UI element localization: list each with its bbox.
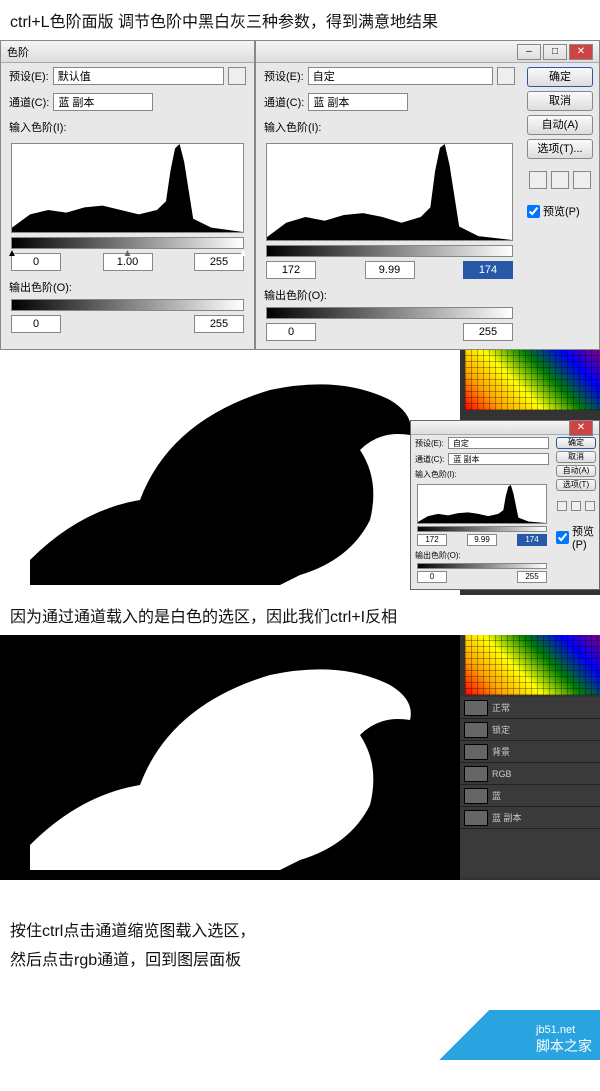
preset-menu-icon[interactable] (228, 67, 246, 85)
options-button[interactable]: 选项(T)... (527, 139, 593, 159)
auto-button[interactable]: 自动(A) (527, 115, 593, 135)
ok-button[interactable]: 确定 (556, 437, 596, 449)
eyedropper-gray-icon[interactable] (571, 501, 581, 511)
mid-input[interactable] (365, 261, 415, 279)
eyedropper-black-icon[interactable] (529, 171, 547, 189)
shadow-input[interactable] (266, 261, 316, 279)
levels-dialog-right: – □ ✕ 预设(E): 自定 通道(C): 蓝 副本 输入色阶(I): (255, 40, 600, 350)
shadow-input[interactable] (11, 253, 61, 271)
channel-dropdown[interactable]: 蓝 副本 (308, 93, 408, 111)
eagle-silhouette (20, 360, 450, 585)
channel-row[interactable]: 蓝 副本 (460, 807, 600, 829)
input-levels-label: 输入色阶(I): (264, 119, 321, 135)
out-highlight-input[interactable] (194, 315, 244, 333)
eyedropper-gray-icon[interactable] (551, 171, 569, 189)
channel-thumb-icon (464, 810, 488, 826)
levels-dialog-left: 色阶 预设(E): 默认值 通道(C): 蓝 副本 输入色阶(I): ▲ ▲ ▲ (0, 40, 255, 350)
histogram (417, 484, 547, 524)
channel-row[interactable]: RGB (460, 763, 600, 785)
preset-dropdown[interactable]: 默认值 (53, 67, 224, 85)
out-shadow-input[interactable] (11, 315, 61, 333)
close-icon[interactable]: ✕ (569, 44, 593, 60)
eyedropper-white-icon[interactable] (585, 501, 595, 511)
out-shadow-input[interactable] (266, 323, 316, 341)
input-slider[interactable] (417, 526, 547, 532)
channel-dropdown[interactable]: 蓝 副本 (53, 93, 153, 111)
layer-row[interactable]: 锁定 (460, 719, 600, 741)
preview-checkbox[interactable]: 预览(P) (556, 523, 596, 551)
mid-handle[interactable]: ▲ (123, 248, 133, 259)
channel-dropdown[interactable]: 蓝 副本 (448, 453, 549, 465)
titlebar[interactable]: 色阶 (1, 41, 254, 63)
close-icon[interactable]: ✕ (569, 420, 593, 436)
channel-thumb-icon (464, 788, 488, 804)
photoshop-canvas-1: ✕ 预设(E):自定 通道(C):蓝 副本 输入色阶(I): 172 9.99 … (0, 350, 600, 595)
preset-dropdown[interactable]: 自定 (308, 67, 493, 85)
channel-label: 通道(C): (9, 94, 49, 110)
color-swatches-panel[interactable] (465, 350, 600, 410)
layers-panel[interactable]: 正常 锁定 背景 RGB 蓝 蓝 副本 (460, 697, 600, 877)
output-slider[interactable] (417, 563, 547, 569)
caption-middle: 因为通过通道载入的是白色的选区，因此我们ctrl+I反相 (0, 595, 600, 635)
layer-thumb-icon (464, 722, 488, 738)
dialog-title: 色阶 (7, 44, 29, 60)
caption-top: ctrl+L色阶面版 调节色阶中黑白灰三种参数，得到满意地结果 (0, 0, 600, 40)
auto-button[interactable]: 自动(A) (556, 465, 596, 477)
preview-checkbox[interactable]: 预览(P) (527, 203, 593, 219)
histogram (266, 143, 513, 241)
caption-bottom: 按住ctrl点击通道缩览图载入选区， 然后点击rgb通道，回到图层面板 (0, 900, 600, 988)
maximize-icon[interactable]: □ (543, 44, 567, 60)
minimize-icon[interactable]: – (517, 44, 541, 60)
levels-panels: 色阶 预设(E): 默认值 通道(C): 蓝 副本 输入色阶(I): ▲ ▲ ▲ (0, 40, 600, 350)
preset-label: 预设(E): (9, 68, 49, 84)
titlebar[interactable]: – □ ✕ (256, 41, 599, 63)
channel-thumb-icon (464, 766, 488, 782)
output-slider[interactable] (11, 299, 244, 311)
input-levels-label: 输入色阶(I): (9, 119, 66, 135)
eagle-silhouette-inverted (20, 645, 450, 870)
preset-label: 预设(E): (264, 68, 304, 84)
eyedropper-white-icon[interactable] (573, 171, 591, 189)
cancel-button[interactable]: 取消 (527, 91, 593, 111)
ok-button[interactable]: 确定 (527, 67, 593, 87)
channel-label: 通道(C): (264, 94, 304, 110)
output-levels-label: 输出色阶(O): (9, 279, 72, 295)
channel-row[interactable]: 蓝 (460, 785, 600, 807)
input-slider[interactable] (266, 245, 513, 257)
input-slider[interactable]: ▲ ▲ ▲ (11, 237, 244, 249)
layer-thumb-icon (464, 700, 488, 716)
eyedropper-black-icon[interactable] (557, 501, 567, 511)
color-swatches-panel[interactable] (465, 635, 600, 695)
output-levels-label: 输出色阶(O): (264, 287, 327, 303)
levels-dialog-mini: ✕ 预设(E):自定 通道(C):蓝 副本 输入色阶(I): 172 9.99 … (410, 420, 600, 590)
preset-menu-icon[interactable] (497, 67, 515, 85)
output-slider[interactable] (266, 307, 513, 319)
histogram (11, 143, 244, 233)
cancel-button[interactable]: 取消 (556, 451, 596, 463)
photoshop-canvas-2: 正常 锁定 背景 RGB 蓝 蓝 副本 (0, 635, 600, 880)
highlight-handle[interactable]: ▲ (238, 248, 248, 259)
canvas-black[interactable] (0, 635, 460, 880)
watermark: jb51.net 脚本之家 (420, 1010, 600, 1060)
highlight-input[interactable] (463, 261, 513, 279)
highlight-input[interactable] (194, 253, 244, 271)
layer-row[interactable]: 背景 (460, 741, 600, 763)
options-button[interactable]: 选项(T) (556, 479, 596, 491)
layer-thumb-icon (464, 744, 488, 760)
canvas-white[interactable] (0, 350, 460, 595)
preset-dropdown[interactable]: 自定 (448, 437, 549, 449)
titlebar[interactable]: ✕ (411, 421, 599, 435)
layer-row[interactable]: 正常 (460, 697, 600, 719)
shadow-handle[interactable]: ▲ (7, 248, 17, 259)
out-highlight-input[interactable] (463, 323, 513, 341)
